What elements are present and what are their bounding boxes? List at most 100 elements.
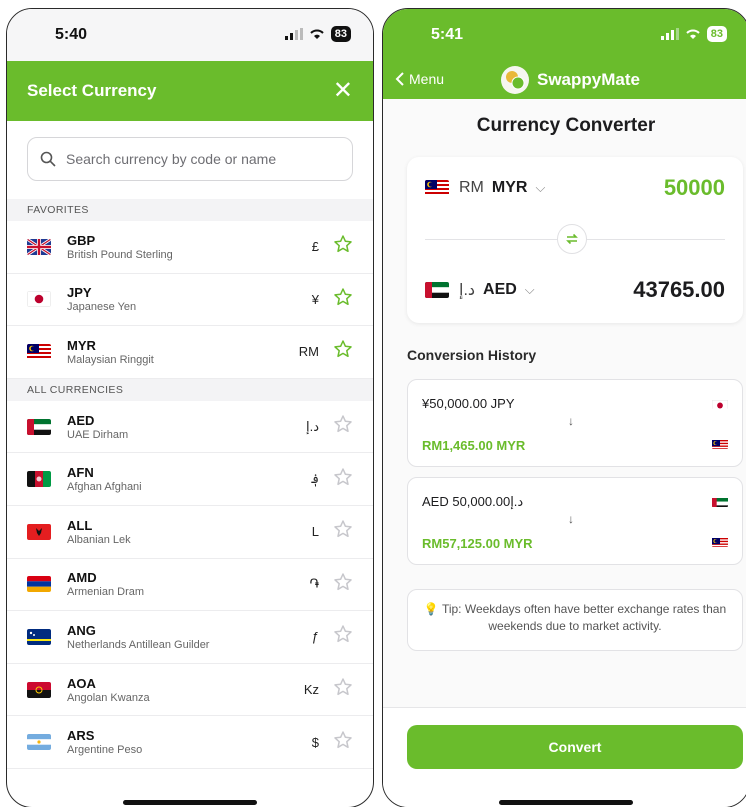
af-flag-icon <box>27 471 51 488</box>
currency-row-jpy[interactable]: JPY Japanese Yen ¥ <box>7 273 373 327</box>
history-item[interactable]: ¥50,000.00 JPY ↓ RM1,465.00 MYR <box>407 379 743 467</box>
star-outline-icon[interactable] <box>333 414 353 439</box>
star-outline-icon[interactable] <box>333 677 353 702</box>
swap-icon <box>566 233 578 245</box>
currency-row-afn[interactable]: AFN Afghan Afghani ؋ <box>7 453 373 506</box>
chevron-down-icon: ⌵ <box>535 180 546 195</box>
currency-name: Malaysian Ringgit <box>67 353 154 366</box>
currency-symbol: ¥ <box>311 291 319 307</box>
jp-flag-icon <box>27 291 51 308</box>
swap-button[interactable] <box>557 224 587 254</box>
from-currency-row: RM MYR ⌵ 50000 <box>425 175 725 201</box>
currency-name: Angolan Kwanza <box>67 691 150 704</box>
status-time: 5:40 <box>55 26 88 43</box>
history-to: RM1,465.00 MYR <box>422 438 526 453</box>
currency-row-myr[interactable]: MYR Malaysian Ringgit RM <box>7 326 373 379</box>
history-from: ¥50,000.00 JPY <box>422 396 515 411</box>
history-from: AED 50,000.00د.إ <box>422 494 524 509</box>
currency-list: FAVORITES GBP British Pound Sterling £ J… <box>7 199 373 769</box>
from-currency-selector[interactable]: RM MYR ⌵ <box>425 179 545 197</box>
currency-symbol: $ <box>311 734 319 750</box>
star-outline-icon[interactable] <box>333 572 353 597</box>
sheet-header: Select Currency ✕ <box>7 61 373 121</box>
currency-code: AOA <box>67 675 96 691</box>
search-input[interactable]: Search currency by code or name <box>27 137 353 181</box>
gb-flag-icon <box>27 238 51 255</box>
currency-symbol: ؋ <box>311 471 319 487</box>
currency-symbol: ƒ <box>311 629 319 645</box>
battery-icon: 83 <box>706 26 727 42</box>
star-outline-icon[interactable] <box>333 467 353 492</box>
ar-flag-icon <box>27 734 51 751</box>
back-to-menu-button[interactable]: Menu <box>395 71 444 87</box>
history-to: RM57,125.00 MYR <box>422 536 533 551</box>
currency-symbol: £ <box>311 239 319 255</box>
app-name: SwappyMate <box>537 70 640 89</box>
currency-row-amd[interactable]: AMD Armenian Dram ֏ <box>7 558 373 612</box>
am-flag-icon <box>27 576 51 593</box>
currency-row-gbp[interactable]: GBP British Pound Sterling £ <box>7 221 373 274</box>
currency-code: JPY <box>67 285 92 301</box>
currency-code: ALL <box>67 517 93 533</box>
currency-name: Armenian Dram <box>67 586 145 599</box>
home-indicator <box>123 800 257 805</box>
battery-icon: 83 <box>330 26 351 42</box>
cw-flag-icon <box>27 628 51 645</box>
search-placeholder: Search currency by code or name <box>66 151 277 167</box>
arrow-down-icon: ↓ <box>568 414 574 428</box>
from-amount-input[interactable]: 50000 <box>664 175 725 201</box>
app-logo-icon <box>501 66 529 94</box>
to-amount: 43765.00 <box>633 277 725 302</box>
ae-flag-icon <box>27 418 51 435</box>
close-icon[interactable]: ✕ <box>333 79 353 103</box>
currency-name: Albanian Lek <box>67 533 131 546</box>
my-flag-icon <box>27 343 51 360</box>
currency-row-aed[interactable]: AED UAE Dirham د.إ <box>7 400 373 454</box>
status-bar: 5:40 83 <box>7 9 373 61</box>
currency-picker-screen: 5:40 83 Select Currency ✕ Search currenc… <box>6 8 374 807</box>
home-indicator <box>499 800 633 805</box>
currency-name: British Pound Sterling <box>67 248 173 261</box>
search-icon <box>40 151 56 167</box>
signal-icon <box>284 28 303 40</box>
tip-card: 💡 Tip: Weekdays often have better exchan… <box>407 589 743 651</box>
currency-symbol: ֏ <box>309 576 319 592</box>
currency-symbol: د.إ <box>305 418 319 434</box>
uae-flag-icon <box>425 282 449 298</box>
currency-symbol: RM <box>298 344 319 360</box>
currency-code: AED <box>67 412 95 428</box>
history-item[interactable]: AED 50,000.00د.إ ↓ RM57,125.00 MYR <box>407 477 743 565</box>
currency-name: Japanese Yen <box>67 301 137 314</box>
converter-card: RM MYR ⌵ 50000 د.إ AED ⌵ 43765.00 <box>407 157 743 323</box>
currency-name: Afghan Afghani <box>67 481 142 494</box>
currency-code: ARS <box>67 728 95 744</box>
convert-button[interactable]: Convert <box>407 725 743 769</box>
wifi-icon <box>310 29 324 39</box>
page-title: Currency Converter <box>476 115 656 136</box>
star-outline-icon[interactable] <box>333 519 353 544</box>
currency-row-ars[interactable]: ARS Argentine Peso $ <box>7 716 373 769</box>
star-filled-icon[interactable] <box>333 234 353 259</box>
ao-flag-icon <box>27 681 51 698</box>
tip-text: Tip: Weekdays often have better exchange… <box>441 602 727 633</box>
star-outline-icon[interactable] <box>333 624 353 649</box>
currency-code: AFN <box>67 465 94 481</box>
app-bar: 5:41 83 Menu SwappyMate <box>383 9 746 99</box>
to-currency-selector[interactable]: د.إ AED ⌵ <box>425 280 535 300</box>
favorites-section-label: FAVORITES <box>7 199 373 221</box>
currency-row-aoa[interactable]: AOA Angolan Kwanza Kz <box>7 663 373 717</box>
signal-icon <box>660 28 679 40</box>
currency-row-all[interactable]: ALL Albanian Lek L <box>7 505 373 559</box>
star-filled-icon[interactable] <box>333 339 353 364</box>
lightbulb-icon: 💡 <box>423 602 439 616</box>
status-time: 5:41 <box>431 26 464 43</box>
al-flag-icon <box>27 523 51 540</box>
star-outline-icon[interactable] <box>333 730 353 755</box>
currency-row-ang[interactable]: ANG Netherlands Antillean Guilder ƒ <box>7 611 373 664</box>
sheet-title: Select Currency <box>27 81 157 100</box>
currency-symbol: Kz <box>303 682 319 698</box>
star-filled-icon[interactable] <box>333 287 353 312</box>
currency-code: AMD <box>67 570 97 586</box>
chevron-left-icon <box>395 72 404 86</box>
chevron-down-icon: ⌵ <box>524 282 535 297</box>
